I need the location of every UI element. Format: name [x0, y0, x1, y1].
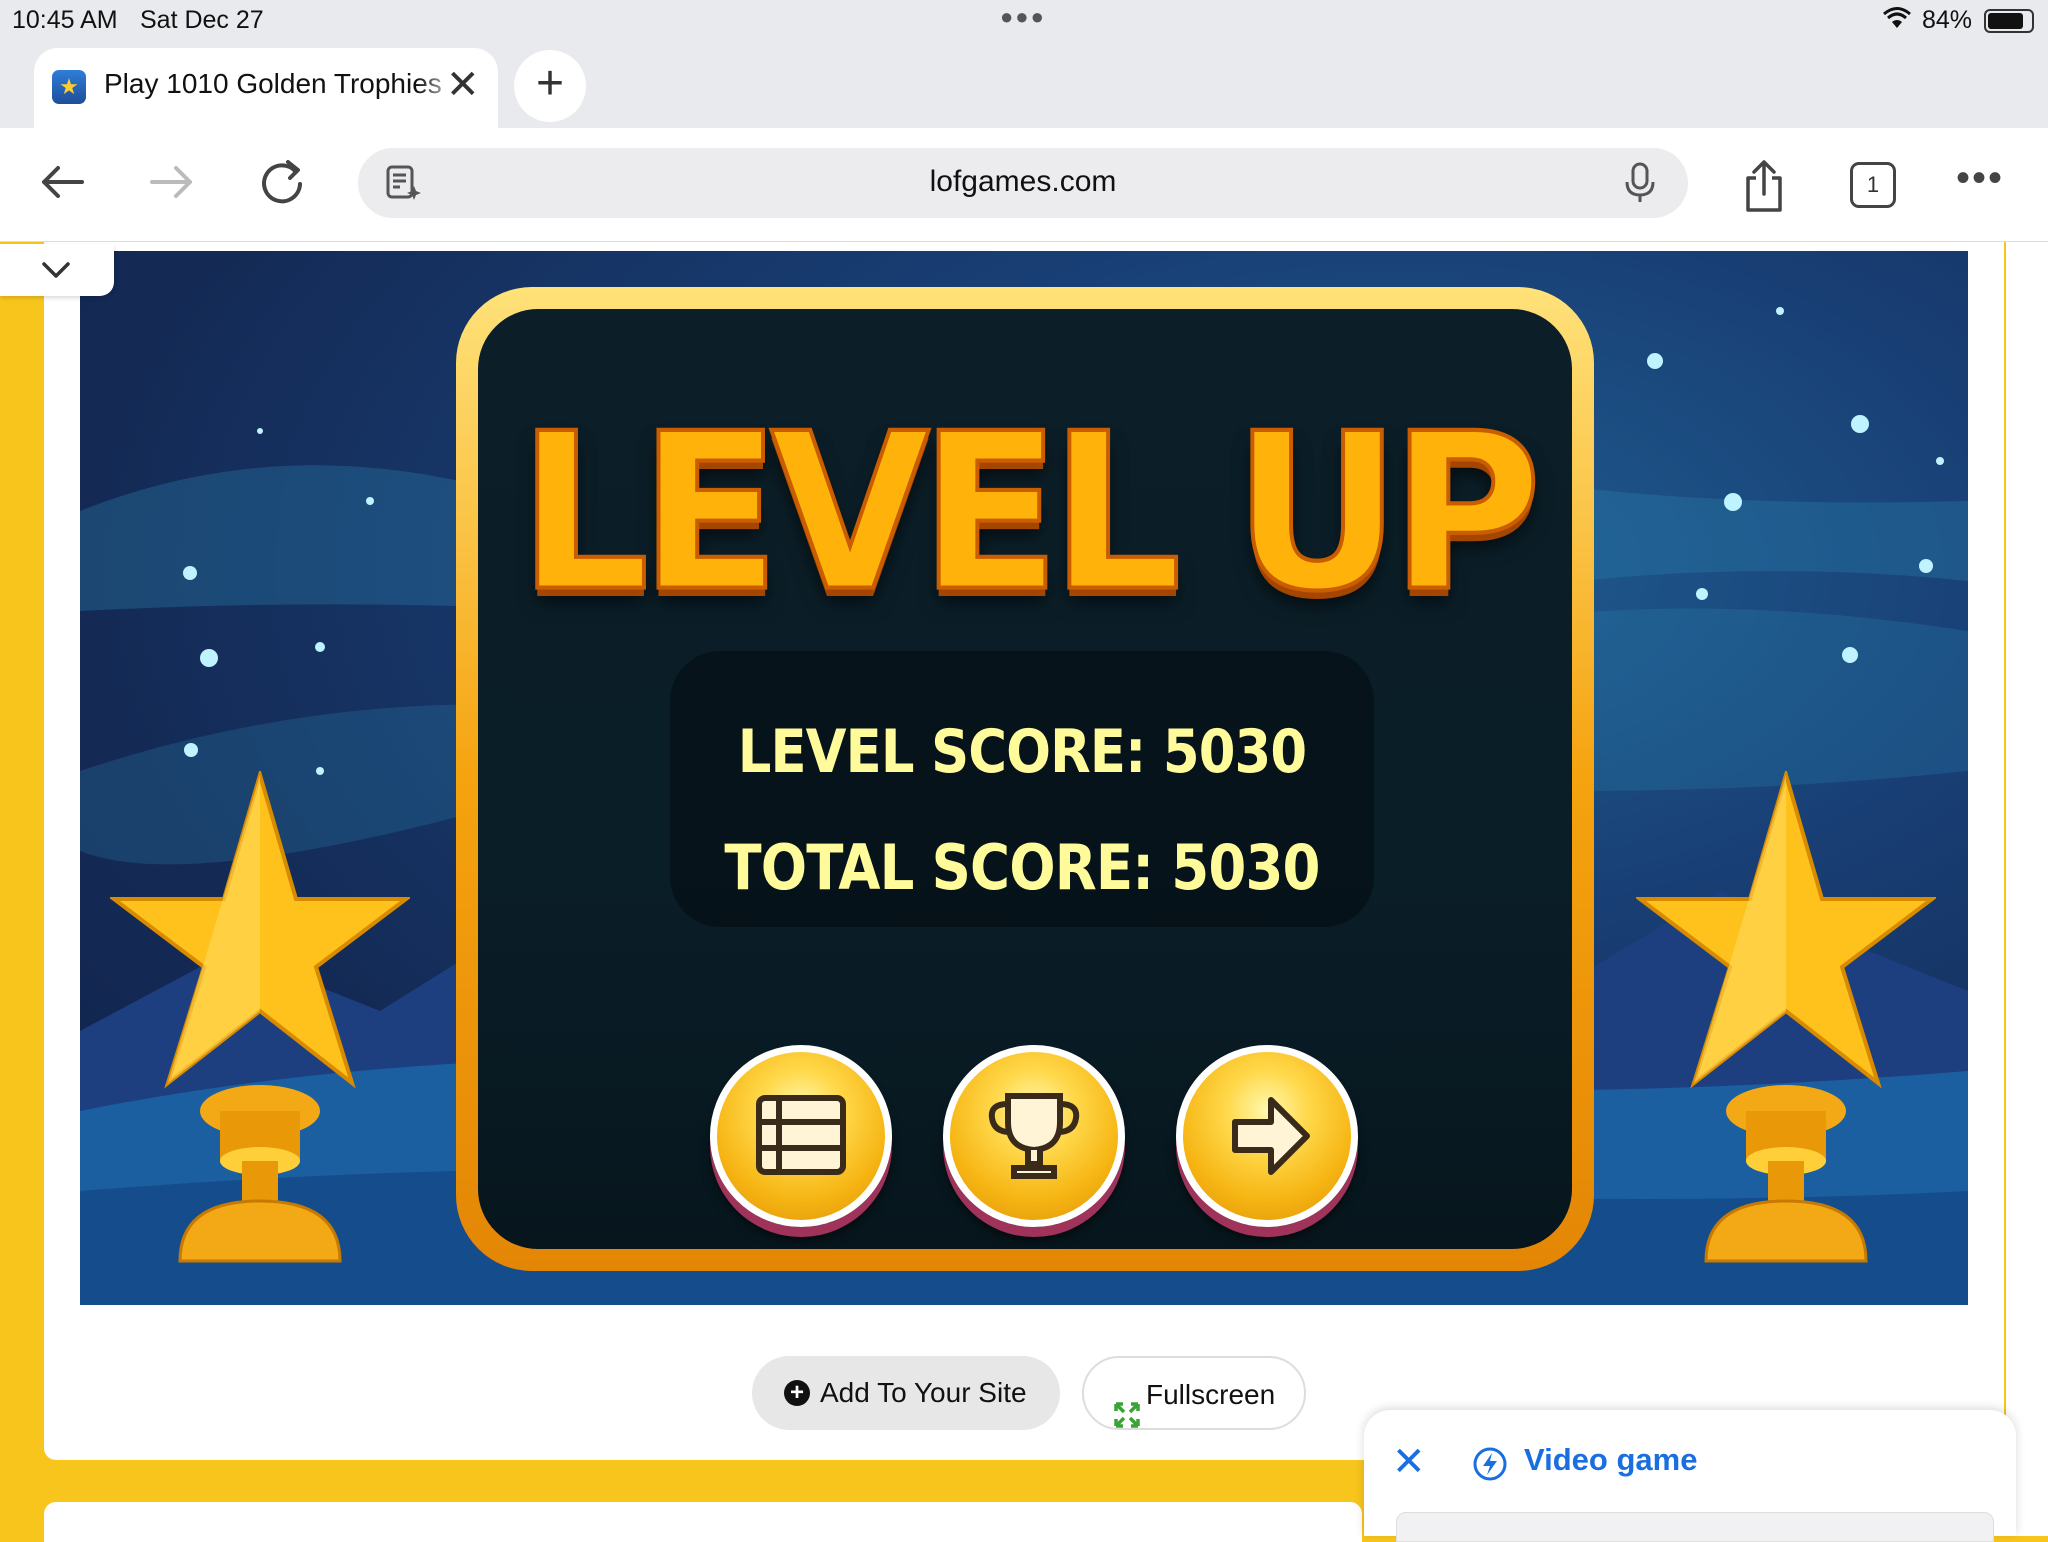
- tabs-icon[interactable]: 1: [1850, 162, 1896, 208]
- next-button[interactable]: [1176, 1045, 1358, 1227]
- status-time: 10:45 AM: [12, 6, 118, 34]
- new-tab-button[interactable]: +: [514, 50, 586, 122]
- level-up-title: LEVEL UP: [516, 385, 1543, 641]
- address-bar[interactable]: lofgames.com: [358, 148, 1688, 218]
- collapse-toolbar-button[interactable]: [0, 244, 114, 296]
- game-canvas[interactable]: LEVEL UP LEVEL SCORE: 5030 TOTAL SCORE: …: [80, 251, 1968, 1305]
- mic-icon[interactable]: [1620, 162, 1660, 204]
- browser-toolbar: lofgames.com 1 •••: [0, 128, 2048, 242]
- battery-percent: 84%: [1922, 6, 1973, 34]
- total-score: TOTAL SCORE: 5030: [724, 831, 1320, 904]
- next-section-card: [44, 1502, 1362, 1542]
- forward-icon[interactable]: [140, 150, 204, 214]
- menu-button[interactable]: [710, 1045, 892, 1227]
- share-icon[interactable]: [1742, 158, 1786, 214]
- battery-icon: [1984, 9, 2034, 33]
- reload-icon[interactable]: [250, 150, 314, 214]
- fullscreen-button[interactable]: Fullscreen: [1082, 1356, 1306, 1430]
- level-score: LEVEL SCORE: 5030: [737, 717, 1307, 787]
- status-bar: 10:45 AM Sat Dec 27 ●●● 84%: [0, 0, 2048, 46]
- menu-icon: [756, 1095, 846, 1175]
- trophy-button[interactable]: [943, 1045, 1125, 1227]
- tab-title: Play 1010 Golden Trophies: [104, 68, 442, 99]
- back-icon[interactable]: [30, 150, 94, 214]
- tab-strip: ★ Play 1010 Golden Trophies ✕ +: [0, 46, 2048, 128]
- fullscreen-icon: [1114, 1382, 1140, 1456]
- add-to-site-label: Add To Your Site: [820, 1377, 1027, 1408]
- close-icon[interactable]: ✕: [1392, 1442, 1426, 1482]
- popup-content-strip: [1396, 1512, 1994, 1542]
- video-game-link[interactable]: Video game: [1524, 1442, 1697, 1478]
- favicon-icon: ★: [52, 70, 86, 104]
- status-date: Sat Dec 27: [140, 6, 264, 34]
- multitasking-dots-icon[interactable]: ●●●: [1000, 4, 1046, 30]
- url-text: lofgames.com: [929, 165, 1117, 198]
- right-sidebar: [2006, 242, 2048, 1536]
- trophy-icon: [988, 1093, 1080, 1179]
- fullscreen-label: Fullscreen: [1146, 1379, 1276, 1410]
- browser-tab[interactable]: ★ Play 1010 Golden Trophies ✕: [34, 48, 498, 128]
- more-icon[interactable]: •••: [1956, 156, 2004, 201]
- close-tab-icon[interactable]: ✕: [446, 60, 480, 110]
- next-arrow-icon: [1232, 1097, 1310, 1175]
- panel-inner: LEVEL UP LEVEL SCORE: 5030 TOTAL SCORE: …: [478, 309, 1572, 1249]
- chevron-down-icon: [42, 262, 70, 278]
- star-trophy-right-icon: [1636, 771, 1936, 1263]
- add-to-site-button[interactable]: + Add To Your Site: [752, 1356, 1060, 1430]
- star-trophy-left-icon: [110, 771, 410, 1263]
- video-game-popup: ✕ Video game: [1364, 1410, 2016, 1542]
- lightning-circle-icon: [1472, 1446, 1508, 1487]
- wifi-icon: [1882, 6, 1912, 37]
- level-up-panel: LEVEL UP LEVEL SCORE: 5030 TOTAL SCORE: …: [456, 287, 1594, 1271]
- score-box: LEVEL SCORE: 5030 TOTAL SCORE: 5030: [670, 651, 1374, 927]
- plus-circle-icon: +: [784, 1380, 810, 1406]
